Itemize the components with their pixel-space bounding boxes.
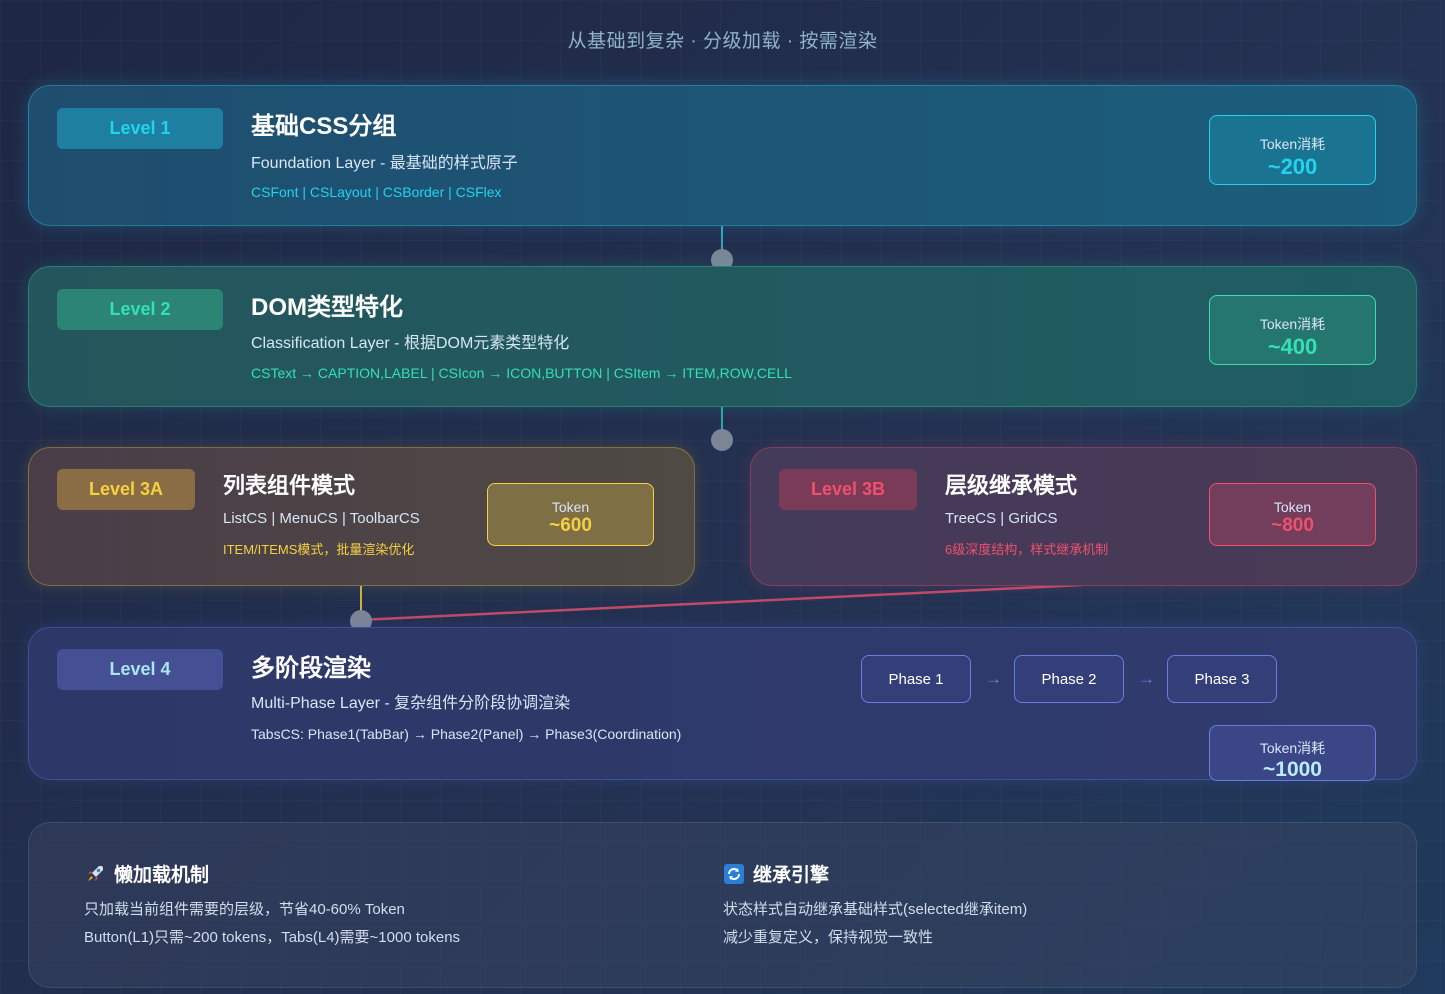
feature-title-text: 继承引擎 bbox=[753, 865, 830, 886]
token-label: Token bbox=[1273, 499, 1312, 515]
feature-line: 只加载当前组件需要的层级，节省40-60% Token bbox=[84, 901, 405, 918]
level-title: 基础CSS分组 bbox=[251, 113, 397, 140]
token-box: Token ~800 bbox=[1209, 483, 1376, 546]
level-items: 6级深度结构，样式继承机制 bbox=[945, 542, 1109, 557]
rocket-icon bbox=[84, 863, 106, 885]
phase-arrow: → bbox=[1138, 669, 1155, 688]
feature-line: 状态样式自动继承基础样式(selected继承item) bbox=[723, 901, 1028, 918]
phase-3-box: Phase 3 bbox=[1167, 655, 1277, 703]
level-title: DOM类型特化 bbox=[251, 294, 403, 321]
feature-title-text: 懒加载机制 bbox=[114, 865, 210, 886]
level-badge: Level 3A bbox=[57, 469, 195, 510]
level-badge: Level 2 bbox=[57, 289, 223, 330]
level-items: CSFont | CSLayout | CSBorder | CSFlex bbox=[251, 184, 502, 200]
level-badge: Level 3B bbox=[779, 469, 917, 510]
token-box: Token消耗 ~200 bbox=[1209, 115, 1376, 185]
level-title: 层级继承模式 bbox=[945, 473, 1078, 498]
features-panel: 懒加载机制 只加载当前组件需要的层级，节省40-60% Token Button… bbox=[28, 822, 1417, 988]
connector-node bbox=[711, 429, 733, 451]
level-description: Foundation Layer - 最基础的样式原子 bbox=[251, 155, 518, 172]
refresh-icon bbox=[723, 863, 745, 885]
level-3a-card: Level 3A 列表组件模式 ListCS | MenuCS | Toolba… bbox=[28, 447, 695, 586]
level-4-card: Level 4 多阶段渲染 Multi-Phase Layer - 复杂组件分阶… bbox=[28, 627, 1417, 781]
token-value: ~600 bbox=[549, 515, 592, 536]
level-items: CSText → CAPTION,LABEL | CSIcon → ICON,B… bbox=[251, 365, 792, 381]
level-badge: Level 1 bbox=[57, 108, 223, 149]
level-3b-card: Level 3B 层级继承模式 TreeCS | GridCS 6级深度结构，样… bbox=[750, 447, 1417, 586]
token-label: Token消耗 bbox=[1259, 136, 1326, 152]
level-2-card: Level 2 DOM类型特化 Classification Layer - 根… bbox=[28, 266, 1417, 407]
level-description: ListCS | MenuCS | ToolbarCS bbox=[223, 510, 420, 527]
feature-line: 减少重复定义，保持视觉一致性 bbox=[723, 929, 934, 946]
token-box: Token ~600 bbox=[487, 483, 654, 546]
token-value: ~400 bbox=[1267, 334, 1318, 359]
token-value: ~800 bbox=[1271, 515, 1314, 536]
level-items: TabsCS: Phase1(TabBar) → Phase2(Panel) →… bbox=[251, 726, 682, 742]
feature-title: 懒加载机制 bbox=[84, 860, 209, 887]
token-box: Token消耗 ~400 bbox=[1209, 295, 1376, 365]
level-description: TreeCS | GridCS bbox=[945, 510, 1058, 527]
level-items: ITEM/ITEMS模式，批量渲染优化 bbox=[223, 542, 415, 557]
token-value: ~1000 bbox=[1263, 758, 1322, 781]
phase-1-box: Phase 1 bbox=[861, 655, 971, 703]
level-1-card: Level 1 基础CSS分组 Foundation Layer - 最基础的样… bbox=[28, 85, 1417, 226]
token-label: Token消耗 bbox=[1259, 740, 1326, 756]
phase-2-box: Phase 2 bbox=[1014, 655, 1124, 703]
level-description: Multi-Phase Layer - 复杂组件分阶段协调渲染 bbox=[251, 695, 571, 712]
token-label: Token bbox=[551, 499, 590, 515]
level-title: 列表组件模式 bbox=[223, 473, 356, 498]
token-value: ~200 bbox=[1267, 154, 1318, 179]
level-description: Classification Layer - 根据DOM元素类型特化 bbox=[251, 335, 570, 352]
feature-title: 继承引擎 bbox=[723, 860, 829, 887]
diagram-subtitle: 从基础到复杂 · 分级加载 · 按需渲染 bbox=[567, 31, 878, 52]
feature-line: Button(L1)只需~200 tokens，Tabs(L4)需要~1000 … bbox=[84, 929, 461, 946]
token-label: Token消耗 bbox=[1259, 316, 1326, 332]
level-title: 多阶段渲染 bbox=[251, 655, 371, 682]
level-badge: Level 4 bbox=[57, 649, 223, 690]
phase-arrow: → bbox=[985, 669, 1002, 688]
token-box: Token消耗 ~1000 bbox=[1209, 725, 1376, 781]
